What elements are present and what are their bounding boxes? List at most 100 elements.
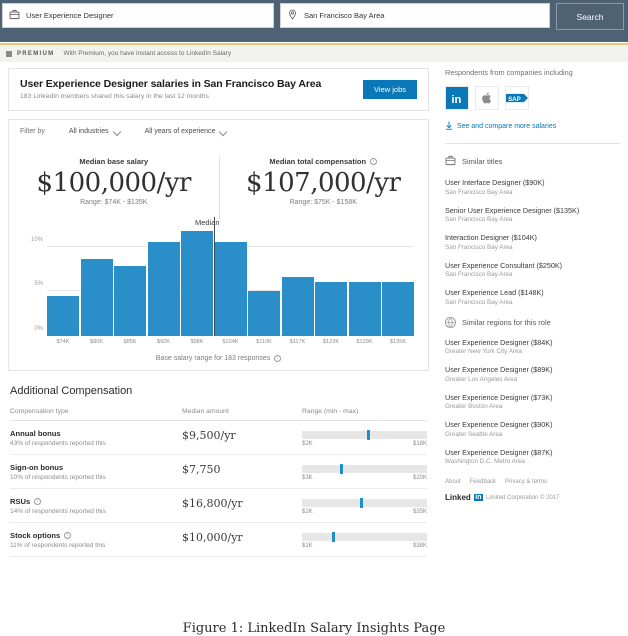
chart-y-axis-label: 10% [31,237,43,243]
location-search-field[interactable] [280,3,550,28]
chart-x-tick-label: $104K [215,339,247,345]
list-item[interactable]: User Experience Lead ($148K)San Francisc… [445,288,620,306]
table-row: Annual bonus 43% of respondents reported … [10,421,427,455]
similar-regions-heading: Similar regions for this role [445,317,620,328]
page-title: User Experience Designer salaries in San… [20,78,363,90]
median-base-salary-label: Median base salary [9,157,219,166]
chart-caption-text: Base salary range for 183 responses [156,355,270,362]
median-base-salary-amount: $100,000/yr [9,168,219,198]
search-bar: Search [0,3,628,29]
svg-text:SAP: SAP [508,96,521,103]
list-item-region: San Francisco Bay Area [445,271,620,278]
page-body: User Experience Designer salaries in San… [0,62,628,636]
compensation-range-track [302,533,427,541]
svg-text:in: in [451,94,461,106]
linkedin-footer-brand: Linkedin Limited Corporation © 2017 [445,493,620,502]
chart-bar[interactable] [382,282,414,336]
brand-word: Linked [445,493,471,502]
brand-in-badge: in [474,494,483,501]
compensation-percent: 10% of respondents reported this [10,474,182,481]
list-item-region: San Francisco Bay Area [445,244,620,251]
job-title-search-field[interactable] [2,3,274,28]
compensation-type-label: Annual bonus [10,429,61,438]
compensation-table-header: Compensation type Median amount Range (m… [10,408,427,421]
sidebar-divider [445,143,620,144]
compensation-type-label: Stock options [10,531,60,540]
compensation-median-amount: $7,750 [182,463,302,476]
compensation-type: RSUsi [10,497,182,506]
chevron-down-icon [220,128,227,135]
compensation-range-min: $3K [302,475,313,481]
chart-bar[interactable] [181,231,213,336]
compensation-range-track [302,465,427,473]
respondent-count-subtitle: 183 LinkedIn members shared this salary … [20,93,363,100]
chart-bar[interactable] [282,277,314,336]
search-button[interactable]: Search [556,3,624,30]
additional-compensation-section: Additional Compensation Compensation typ… [8,385,429,557]
info-icon[interactable]: i [34,498,41,505]
list-item[interactable]: Interaction Designer ($104K) San Francisc… [445,233,620,251]
copyright-text: Limited Corporation © 2017 [486,495,559,501]
see-compare-salaries-link[interactable]: See and compare more salaries [445,121,620,132]
compensation-percent: 43% of respondents reported this [10,440,182,447]
briefcase-icon [445,155,456,168]
footer-link[interactable]: Privacy & terms [505,479,547,485]
experience-filter-dropdown[interactable]: All years of experience [145,128,228,135]
chart-bar[interactable] [315,282,347,336]
apple-logo[interactable] [475,86,499,110]
chart-bar[interactable] [349,282,381,336]
right-sidebar: Respondents from companies including in … [437,62,628,636]
salary-distribution-chart: Median 0%5%10% $74K$80K$85K$92K$98K$104K… [9,220,428,362]
job-title-input[interactable] [26,11,267,20]
list-item-region: San Francisco Bay Area [445,299,620,306]
similar-regions-list: User Experience Designer ($84K)Greater N… [445,338,620,466]
info-icon[interactable]: i [64,532,71,539]
chart-x-tick-label: $129K [349,339,381,345]
view-jobs-button[interactable]: View jobs [363,80,417,99]
see-compare-salaries-label: See and compare more salaries [457,123,556,130]
footer-link[interactable]: About [445,479,461,485]
chart-bar[interactable] [47,296,79,336]
list-item-region: San Francisco Bay Area [445,216,620,223]
premium-message: With Premium, you have instant access to… [63,50,231,57]
median-base-salary-range: Range: $74K - $135K [9,199,219,206]
list-item-region: Greater New York City Area [445,348,620,355]
chart-x-tick-label: $110K [248,339,280,345]
footer-link[interactable]: Feedback [470,479,496,485]
chart-x-tick-label: $92K [148,339,180,345]
list-item[interactable]: User Interface Designer ($90K)San Franci… [445,178,620,196]
chart-bar[interactable] [81,259,113,336]
chart-bar[interactable] [248,291,280,337]
list-item[interactable]: User Experience Designer ($73K)Greater B… [445,393,620,411]
column-header-amount: Median amount [182,408,302,415]
list-item[interactable]: User Experience Designer ($84K)Greater N… [445,338,620,356]
list-item[interactable]: User Experience Consultant ($250K)San Fr… [445,261,620,279]
premium-banner: PREMIUM With Premium, you have instant a… [0,43,628,62]
linkedin-logo[interactable]: in [445,86,469,110]
industry-filter-dropdown[interactable]: All industries [69,128,121,135]
median-total-compensation-amount: $107,000/yr [219,168,429,198]
chart-x-tick-label: $74K [47,339,79,345]
list-item[interactable]: User Experience Designer ($87K)Washingto… [445,448,620,466]
list-item[interactable]: User Experience Designer ($90K)Greater S… [445,420,620,438]
chart-x-tick-label: $85K [114,339,146,345]
chart-plot-area: 0%5%10% [47,220,414,336]
chart-bar[interactable] [215,242,247,336]
list-item-title: Interaction Designer ($104K) [445,233,620,242]
additional-compensation-title: Additional Compensation [10,385,427,397]
list-item-title: User Experience Designer ($87K) [445,448,620,457]
location-input[interactable] [304,11,543,20]
list-item[interactable]: User Experience Designer ($89K)Greater L… [445,365,620,383]
download-arrow-icon [445,121,453,132]
chart-bar[interactable] [148,242,180,336]
filter-by-label: Filter by [20,128,45,135]
chart-bar[interactable] [114,266,146,336]
list-item[interactable]: Senior User Experience Designer ($135K)S… [445,206,620,224]
chart-x-tick-label: $123K [315,339,347,345]
figure-caption: Figure 1: LinkedIn Salary Insights Page [0,621,628,636]
median-total-compensation-text: Median total compensation [269,157,366,166]
sap-logo[interactable]: SAP [505,86,529,110]
info-icon[interactable]: i [370,158,377,165]
info-icon[interactable]: i [274,355,281,362]
compensation-type-label: RSUs [10,497,30,506]
